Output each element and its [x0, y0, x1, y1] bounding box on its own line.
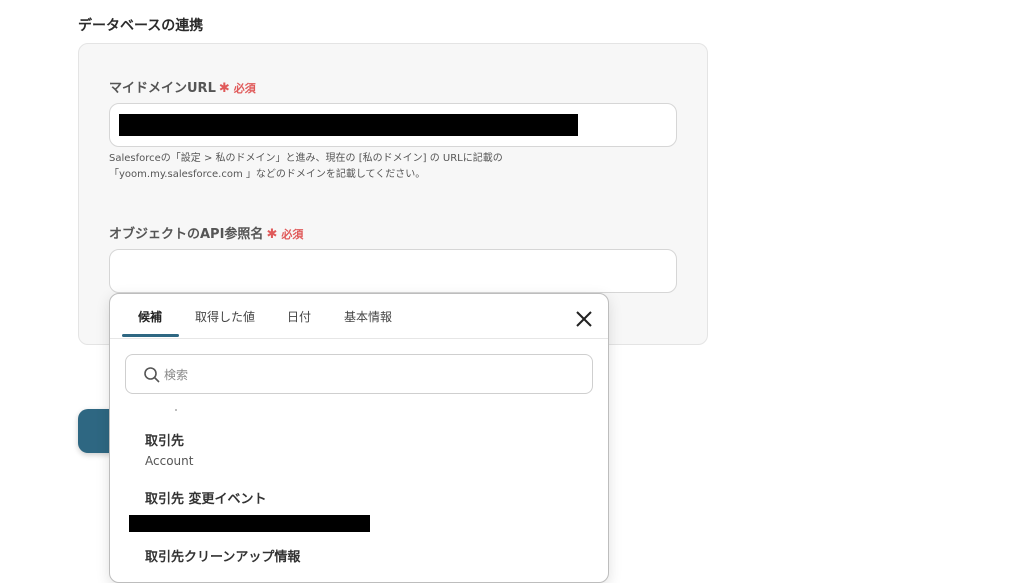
- object-label-text: オブジェクトのAPI参照名: [109, 227, 264, 242]
- active-tab-indicator: [122, 334, 179, 337]
- popup-tabs: 候補 取得した値 日付 基本情報: [110, 294, 608, 339]
- domain-label-text: マイドメインURL: [109, 81, 216, 96]
- item-subtitle: Account: [145, 454, 194, 468]
- tab-date[interactable]: 日付: [287, 308, 311, 325]
- tab-retrieved-values[interactable]: 取得した値: [195, 308, 255, 325]
- tab-basic-info[interactable]: 基本情報: [344, 308, 392, 325]
- domain-url-input[interactable]: [109, 103, 677, 147]
- help-line-1: Salesforceの「設定 > 私のドメイン」と進み、現在の [私のドメイン]…: [109, 153, 503, 164]
- section-title: データベースの連携: [78, 18, 204, 34]
- item-title: 取引先: [145, 434, 185, 449]
- object-field-label: オブジェクトのAPI参照名 ✱ 必須: [109, 223, 303, 242]
- help-line-2: 「yoom.my.salesforce.com 」などのドメインを記載してくださ…: [109, 169, 426, 180]
- required-star-icon: ✱: [218, 81, 230, 96]
- close-icon[interactable]: [573, 308, 595, 330]
- domain-field-label: マイドメインURL ✱ 必須: [109, 77, 256, 96]
- search-icon: [143, 366, 161, 384]
- object-api-name-input[interactable]: [109, 249, 677, 293]
- required-star-icon: ✱: [266, 227, 278, 242]
- list-item[interactable]: 取引先クリーンアップ情報: [110, 544, 608, 582]
- domain-help-text: Salesforceの「設定 > 私のドメイン」と進み、現在の [私のドメイン]…: [109, 151, 503, 183]
- list-item[interactable]: 取引先 Account: [110, 428, 608, 476]
- required-badge: 必須: [233, 82, 256, 95]
- scroll-dot: [175, 409, 177, 411]
- list-item[interactable]: 取引先 変更イベント: [110, 486, 608, 534]
- search-box: [125, 354, 593, 394]
- item-title: 取引先クリーンアップ情報: [145, 550, 301, 565]
- redacted-subtitle: [129, 515, 370, 532]
- item-title: 取引先 変更イベント: [145, 492, 267, 507]
- required-badge: 必須: [281, 228, 304, 241]
- redacted-value: [119, 114, 578, 136]
- suggestion-popup: 候補 取得した値 日付 基本情報 取引先 Account 取引先 変更イベント …: [109, 293, 609, 583]
- search-input[interactable]: [164, 364, 564, 386]
- tab-candidates[interactable]: 候補: [138, 308, 162, 325]
